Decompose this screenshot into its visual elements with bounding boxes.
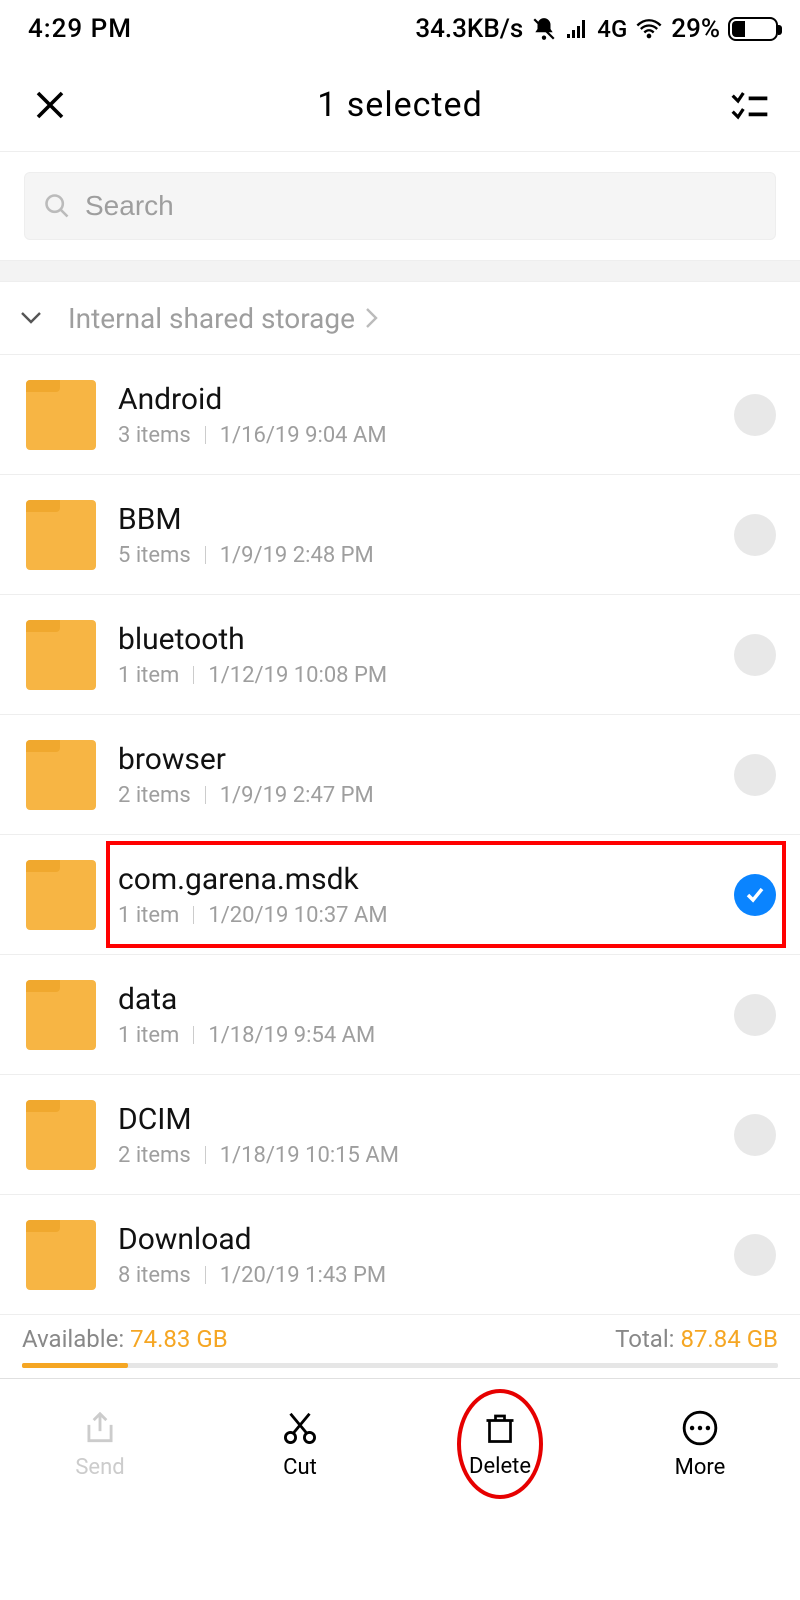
folder-date: 1/20/19 1:43 PM [220,1263,386,1288]
selection-checkbox[interactable] [734,634,776,676]
cut-label: Cut [283,1455,317,1480]
selection-checkbox[interactable] [734,994,776,1036]
folder-name: bluetooth [118,622,734,657]
folder-date: 1/18/19 10:15 AM [220,1143,399,1168]
breadcrumb-path: Internal shared storage [68,302,355,335]
network-label: 4G [597,15,627,43]
folder-icon [26,1220,96,1290]
bottom-toolbar: Send Cut Delete More [0,1378,800,1510]
divider [0,260,800,282]
folder-icon [26,980,96,1050]
folder-row[interactable]: bluetooth 1 item 1/12/19 10:08 PM [0,595,800,715]
folder-date: 1/12/19 10:08 PM [208,663,387,688]
alarm-off-icon [531,16,557,42]
folder-name: BBM [118,502,734,537]
folder-date: 1/9/19 2:47 PM [220,783,374,808]
send-label: Send [75,1455,124,1480]
breadcrumb[interactable]: Internal shared storage [0,282,800,354]
folder-items: 2 items [118,783,191,808]
total-label: Total: [615,1325,680,1353]
select-all-button[interactable] [726,87,774,123]
folder-items: 1 item [118,903,179,928]
folder-icon [26,1100,96,1170]
folder-items: 8 items [118,1263,191,1288]
total-value: 87.84 GB [680,1325,778,1353]
delete-label: Delete [469,1454,531,1479]
folder-row[interactable]: data 1 item 1/18/19 9:54 AM [0,955,800,1075]
folder-date: 1/18/19 9:54 AM [208,1023,375,1048]
signal-icon [565,18,589,40]
folder-items: 5 items [118,543,191,568]
meta-divider [205,786,206,804]
folder-row[interactable]: BBM 5 items 1/9/19 2:48 PM [0,475,800,595]
folder-date: 1/16/19 9:04 AM [220,423,387,448]
folder-row[interactable]: Download 8 items 1/20/19 1:43 PM [0,1195,800,1315]
header-title: 1 selected [74,85,726,125]
search-container [0,152,800,260]
storage-info: Available: 74.83 GB Total: 87.84 GB [0,1315,800,1359]
folder-row[interactable]: browser 2 items 1/9/19 2:47 PM [0,715,800,835]
folder-icon [26,620,96,690]
search-icon [43,192,71,220]
folder-row[interactable]: com.garena.msdk 1 item 1/20/19 10:37 AM [0,835,800,955]
selection-header: 1 selected [0,58,800,152]
close-button[interactable] [26,87,74,123]
selection-checkbox[interactable] [734,754,776,796]
folder-name: com.garena.msdk [118,862,734,897]
meta-divider [205,546,206,564]
chevron-down-icon [20,311,42,325]
battery-pct: 29% [671,14,720,44]
folder-name: Android [118,382,734,417]
delete-button[interactable]: Delete [400,1379,600,1510]
folder-name: data [118,982,734,1017]
folder-items: 3 items [118,423,191,448]
folder-name: browser [118,742,734,777]
meta-divider [205,1266,206,1284]
status-net-speed: 34.3KB/s [415,14,523,44]
meta-divider [193,1026,194,1044]
meta-divider [193,666,194,684]
folder-name: DCIM [118,1102,734,1137]
chevron-right-icon [365,307,379,329]
meta-divider [193,906,194,924]
file-list: Android 3 items 1/16/19 9:04 AM BBM 5 it… [0,354,800,1315]
available-label: Available: [22,1325,130,1353]
status-bar: 4:29 PM 34.3KB/s 4G 29% [0,0,800,58]
selection-checkbox[interactable] [734,1114,776,1156]
send-button[interactable]: Send [0,1379,200,1510]
folder-row[interactable]: DCIM 2 items 1/18/19 10:15 AM [0,1075,800,1195]
meta-divider [205,426,206,444]
selection-checkbox[interactable] [734,394,776,436]
status-time: 4:29 PM [28,14,415,44]
meta-divider [205,1146,206,1164]
more-label: More [675,1455,726,1480]
folder-items: 1 item [118,663,179,688]
selection-checkbox[interactable] [734,514,776,556]
search-input[interactable] [85,190,757,222]
available-value: 74.83 GB [130,1325,228,1353]
selection-checkbox[interactable] [734,1234,776,1276]
more-button[interactable]: More [600,1379,800,1510]
search-field[interactable] [24,172,776,240]
folder-icon [26,380,96,450]
folder-icon [26,500,96,570]
wifi-icon [635,18,663,40]
battery-icon [728,17,778,41]
folder-icon [26,740,96,810]
folder-date: 1/20/19 10:37 AM [208,903,387,928]
storage-progress [22,1363,778,1368]
folder-date: 1/9/19 2:48 PM [220,543,374,568]
folder-row[interactable]: Android 3 items 1/16/19 9:04 AM [0,355,800,475]
folder-items: 2 items [118,1143,191,1168]
folder-items: 1 item [118,1023,179,1048]
folder-name: Download [118,1222,734,1257]
folder-icon [26,860,96,930]
selection-checkbox[interactable] [734,874,776,916]
cut-button[interactable]: Cut [200,1379,400,1510]
